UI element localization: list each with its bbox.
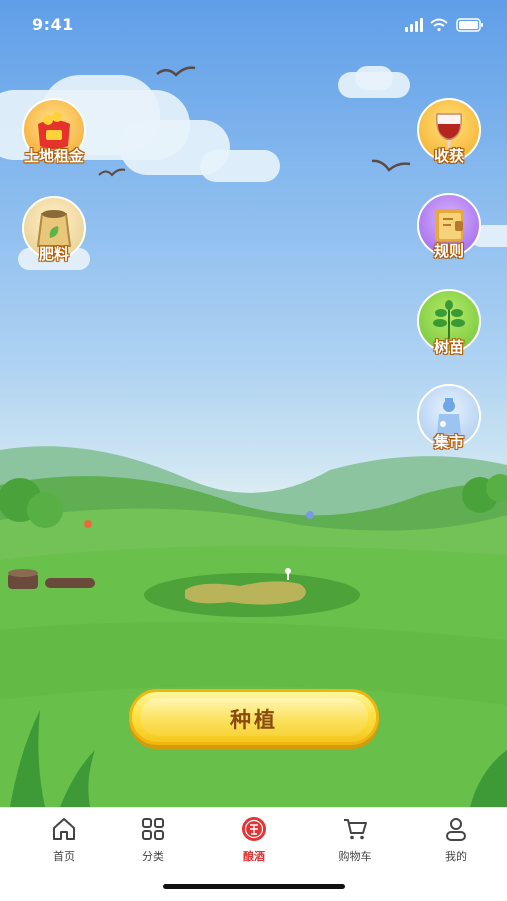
farm-scene: 9:41 土地租金 肥料 收获 规则 树苗 集市 种植: [0, 0, 507, 807]
cloud: [200, 150, 280, 182]
seedlings-button[interactable]: 树苗: [413, 289, 485, 361]
market-label: 集市: [433, 433, 464, 451]
tab-profile-label: 我的: [445, 850, 467, 863]
tab-brew[interactable]: 酿酒: [214, 816, 294, 872]
tab-cart-label: 购物车: [338, 850, 372, 863]
tab-category[interactable]: 分类: [113, 816, 193, 872]
seedlings-label: 树苗: [433, 338, 464, 356]
rules-label: 规则: [433, 242, 464, 260]
tab-cart[interactable]: 购物车: [315, 816, 395, 872]
grid-icon: [142, 818, 164, 840]
plant-button-label: 种植: [230, 708, 278, 732]
tab-home[interactable]: 首页: [24, 816, 104, 872]
land-rent-button[interactable]: 土地租金: [18, 98, 90, 170]
fertilizer-button[interactable]: 肥料: [18, 196, 90, 268]
plant-button[interactable]: 种植: [129, 689, 379, 745]
market-button[interactable]: 集市: [413, 384, 485, 456]
tab-profile[interactable]: 我的: [416, 816, 496, 872]
cloud: [355, 66, 393, 90]
home-icon: [53, 818, 75, 840]
tab-category-label: 分类: [142, 850, 164, 863]
signal-icon: [405, 18, 423, 32]
battery-icon: [456, 18, 483, 32]
status-icons: [405, 18, 483, 32]
status-time: 9:41: [32, 15, 74, 34]
home-indicator: [163, 884, 345, 889]
wifi-icon: [430, 18, 448, 32]
harvest-button[interactable]: 收获: [413, 98, 485, 170]
cart-icon: [344, 819, 367, 840]
rules-button[interactable]: 规则: [413, 193, 485, 265]
tab-brew-label: 酿酒: [243, 850, 265, 863]
fertilizer-label: 肥料: [38, 245, 69, 263]
harvest-label: 收获: [433, 147, 464, 165]
status-bar: 9:41: [0, 0, 507, 50]
land-rent-label: 土地租金: [23, 147, 84, 165]
user-icon: [446, 818, 466, 841]
brew-icon: [242, 817, 266, 841]
bird-icon: [98, 168, 126, 177]
tab-home-label: 首页: [53, 850, 75, 863]
landscape: [0, 446, 507, 807]
bird-icon: [156, 66, 196, 77]
